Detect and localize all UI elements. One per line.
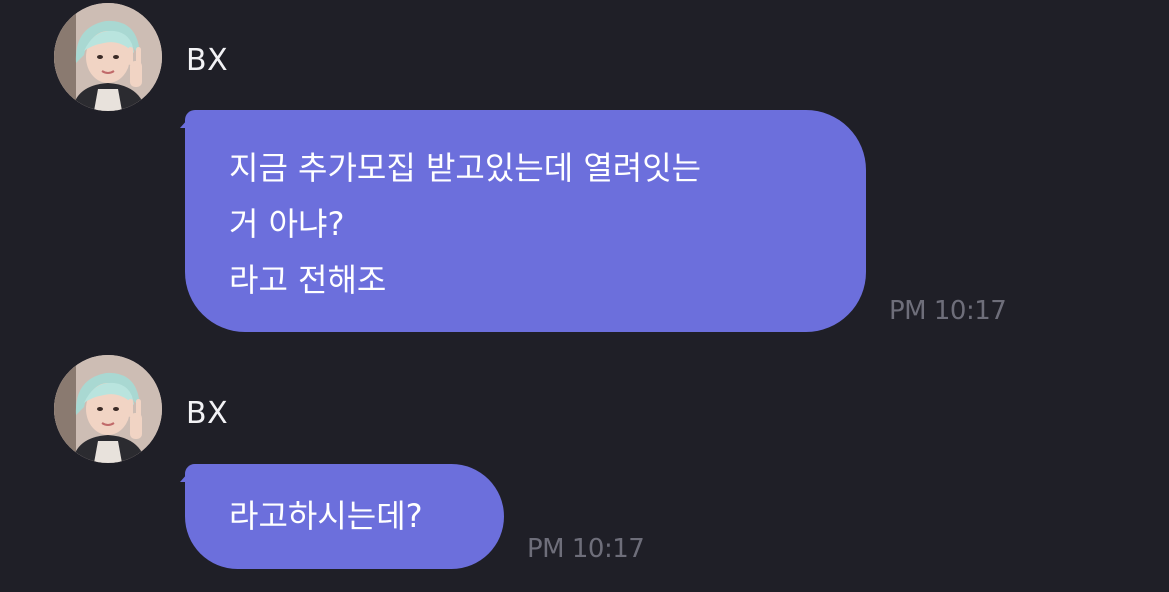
message-timestamp: PM 10:17 [527,534,645,564]
avatar[interactable] [54,3,162,111]
profile-photo-icon [54,3,162,111]
message-line: 거 아냐? [229,205,345,243]
message-line: 라고 전해조 [229,261,387,299]
profile-photo-icon [54,355,162,463]
sender-name: BX [186,396,229,431]
message-timestamp: PM 10:17 [889,296,1007,326]
sender-name: BX [186,43,229,78]
message-line: 지금 추가모집 받고있는데 열려잇는 [229,149,702,187]
chat-screen: BX 지금 추가모집 받고있는데 열려잇는 거 아냐? 라고 전해조 PM 10… [0,0,1169,592]
message-bubble[interactable]: 지금 추가모집 받고있는데 열려잇는 거 아냐? 라고 전해조 [185,110,866,332]
message-line: 라고하시는데? [229,497,423,535]
message-bubble[interactable]: 라고하시는데? [185,464,504,569]
avatar[interactable] [54,355,162,463]
